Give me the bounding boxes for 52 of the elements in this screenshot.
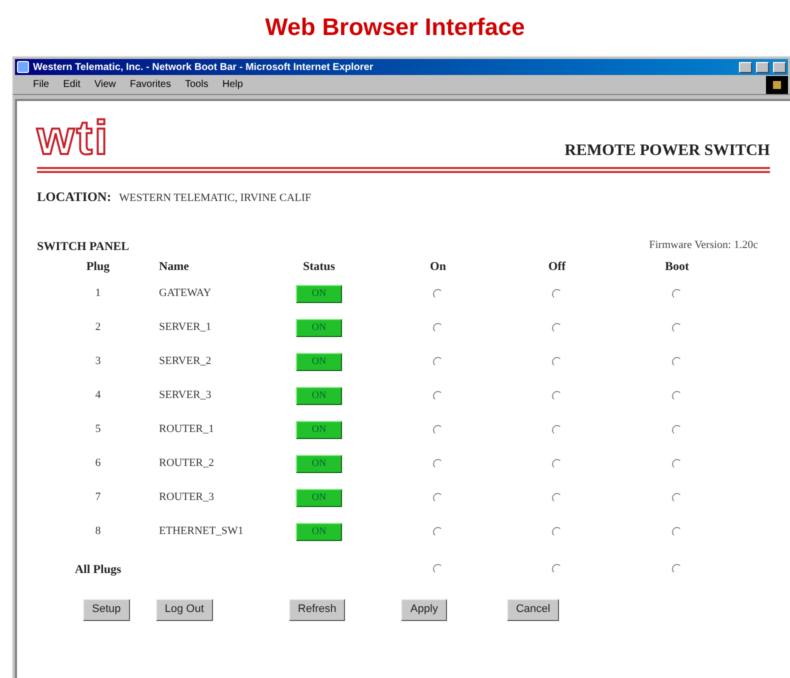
plug-name: ETHERNET_SW1 <box>159 524 244 540</box>
status-indicator: ON <box>296 420 342 438</box>
firmware-version: Firmware Version: 1.20c <box>649 238 758 252</box>
menu-item[interactable]: Edit <box>63 77 80 92</box>
all-plugs-label: All Plugs <box>74 560 122 578</box>
menu-item[interactable]: View <box>94 77 116 92</box>
menu-item[interactable]: Favorites <box>130 77 171 92</box>
status-indicator: ON <box>296 488 342 506</box>
page-heading: Web Browser Interface <box>265 13 525 43</box>
browser-icon <box>17 61 29 73</box>
form-button[interactable]: Refresh <box>288 598 346 620</box>
plug-name: GATEWAY <box>159 286 212 302</box>
plug-number: 5 <box>94 422 102 438</box>
column-header: Plug <box>85 258 111 274</box>
plug-number: 1 <box>94 286 102 302</box>
column-header: On <box>428 258 447 274</box>
location-value: WESTERN TELEMATIC, IRVINE CALIF <box>119 191 312 206</box>
column-header: Boot <box>664 258 690 274</box>
logo: wti <box>37 115 110 163</box>
status-indicator: ON <box>296 386 342 404</box>
form-button[interactable]: Setup <box>83 598 130 620</box>
menu-item[interactable]: Tools <box>184 77 208 92</box>
column-header: Name <box>159 258 190 274</box>
status-indicator: ON <box>296 522 342 540</box>
plug-name: ROUTER_1 <box>159 422 215 438</box>
plug-name: ROUTER_3 <box>159 490 215 506</box>
status-indicator: ON <box>296 352 342 370</box>
plug-name: SERVER_3 <box>159 388 212 404</box>
status-indicator: ON <box>296 318 342 336</box>
plug-number: 8 <box>94 524 102 540</box>
plug-number: 7 <box>94 490 102 506</box>
column-header: Off <box>547 258 567 274</box>
plug-name: SERVER_2 <box>159 354 212 370</box>
plug-number: 4 <box>94 388 102 404</box>
status-indicator: ON <box>296 284 342 302</box>
form-button[interactable]: Log Out <box>156 598 213 620</box>
throbber-icon <box>766 76 788 94</box>
column-header: Status <box>302 258 336 274</box>
plug-number: 2 <box>94 320 102 336</box>
location-label: LOCATION: <box>37 188 112 206</box>
window-title: Western Telematic, Inc. - Network Boot Bar - Microsoft Internet Explorer <box>33 60 374 74</box>
menu-item[interactable]: File <box>33 77 50 92</box>
menu-item[interactable]: Help <box>222 77 243 92</box>
form-button[interactable]: Cancel <box>506 598 560 620</box>
product-title: REMOTE POWER SWITCH <box>564 141 770 161</box>
form-button[interactable]: Apply <box>401 598 447 620</box>
panel-title: SWITCH PANEL <box>37 238 130 254</box>
plug-name: SERVER_1 <box>159 320 212 336</box>
plug-number: 6 <box>94 456 102 472</box>
status-indicator: ON <box>296 454 342 472</box>
plug-name: ROUTER_2 <box>159 456 215 472</box>
plug-number: 3 <box>94 354 102 370</box>
